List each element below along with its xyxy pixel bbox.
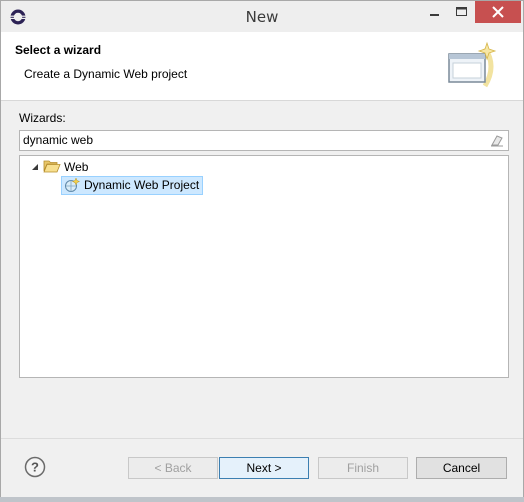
tree-node-web[interactable]: Web [20, 157, 506, 175]
wizard-tree[interactable]: Web Dynamic Web Project [19, 155, 509, 378]
next-button[interactable]: Next > [219, 457, 309, 479]
tree-node-label: Dynamic Web Project [84, 178, 200, 192]
wizard-filter-input[interactable] [23, 132, 483, 148]
background-taskbar-strip [0, 497, 524, 502]
maximize-icon [456, 7, 467, 16]
title-bar[interactable]: New [1, 1, 523, 32]
folder-open-icon [43, 160, 61, 173]
close-icon [492, 6, 504, 18]
wizards-label: Wizards: [19, 111, 66, 125]
help-icon[interactable]: ? [24, 456, 46, 478]
back-button[interactable]: < Back [128, 457, 218, 479]
maximize-button[interactable] [448, 1, 474, 23]
eraser-icon[interactable] [490, 134, 504, 147]
minimize-icon [430, 14, 439, 16]
expanded-arrow-icon[interactable] [31, 163, 39, 171]
page-title: Select a wizard [15, 43, 102, 57]
wizard-banner-icon [448, 41, 497, 88]
dynamic-web-project-icon [65, 177, 80, 192]
tree-node-dynamic-web-project[interactable]: Dynamic Web Project [61, 176, 203, 195]
footer-separator [1, 438, 523, 439]
cancel-button[interactable]: Cancel [416, 457, 507, 479]
svg-text:?: ? [31, 460, 39, 475]
finish-button[interactable]: Finish [318, 457, 408, 479]
minimize-button[interactable] [421, 1, 447, 23]
wizard-filter-box[interactable] [19, 130, 509, 151]
new-wizard-dialog: New Select a wizard Create a Dynamic Web… [0, 0, 524, 498]
tree-node-label: Web [64, 160, 89, 174]
close-button[interactable] [475, 1, 521, 23]
wizard-header: Select a wizard Create a Dynamic Web pro… [1, 32, 523, 101]
page-description: Create a Dynamic Web project [24, 67, 188, 81]
